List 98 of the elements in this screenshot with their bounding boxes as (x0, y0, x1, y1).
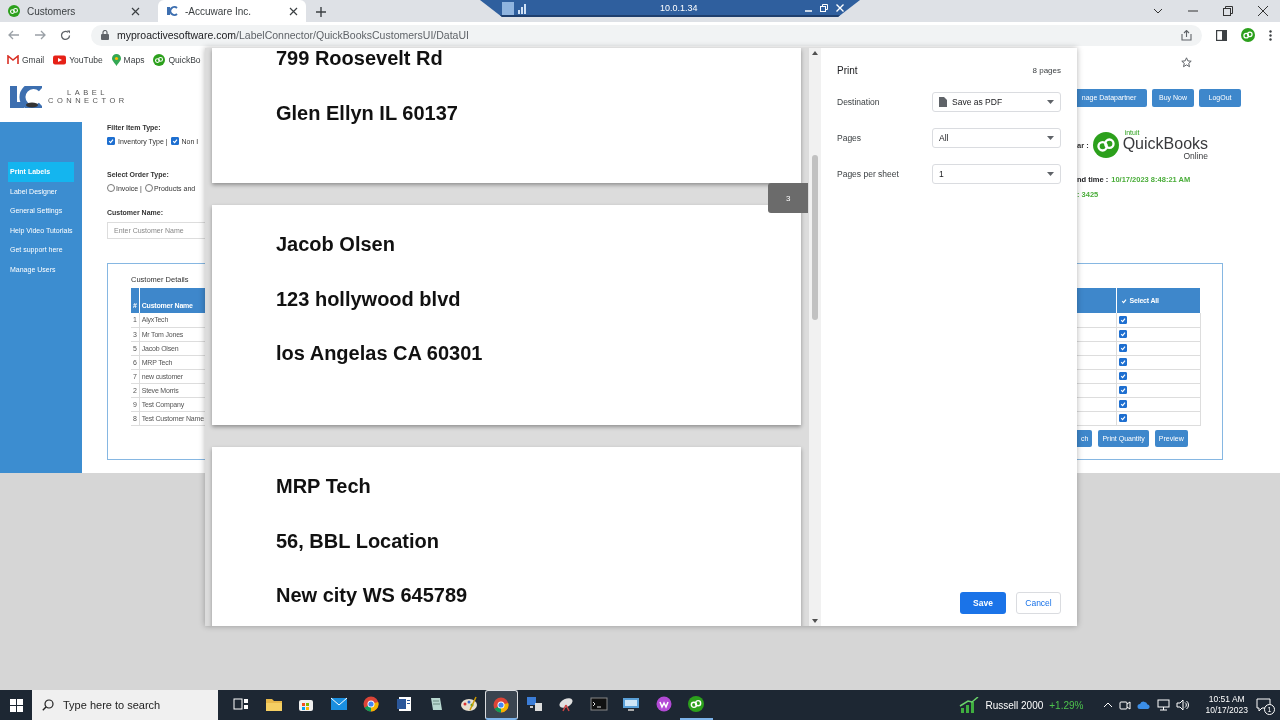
bookmark[interactable]: QuickBo (153, 54, 201, 66)
chevron-down-icon[interactable] (1153, 8, 1163, 14)
network-icon[interactable] (1157, 699, 1171, 711)
checkbox[interactable] (1118, 358, 1127, 366)
play-icon (53, 55, 67, 65)
logo-icon (1092, 132, 1119, 158)
setting-dropdown[interactable]: 1 (932, 164, 1061, 184)
tab-icon (166, 6, 178, 16)
notepad-icon (428, 696, 445, 712)
checkbox[interactable] (1118, 344, 1127, 352)
brand-text: Online (1183, 152, 1209, 161)
checkbox[interactable] (107, 137, 115, 145)
checkbox[interactable] (1118, 400, 1127, 408)
chart-icon (959, 697, 980, 713)
chevron-up-icon[interactable] (1103, 702, 1114, 708)
address-line: New city WS 645789 (276, 585, 469, 605)
logo-icon (10, 86, 42, 108)
meeting-icon[interactable] (1119, 699, 1132, 711)
browser-tab[interactable]: -Accuware Inc. (158, 0, 306, 22)
setting-label: Destination (837, 97, 881, 107)
plus-icon[interactable] (316, 7, 326, 17)
url-text: myproactivesoftware.com/LabelConnector/QuickBooksCustomersUI/DataUI (117, 29, 469, 41)
palette-icon (459, 696, 478, 712)
address-line: 123 hollywood blvd (276, 288, 462, 309)
browser-icon (493, 696, 510, 713)
dialog-title: Print (837, 64, 858, 76)
start-icon[interactable] (9, 698, 23, 712)
widget-name: Russell 2000 (985, 699, 1044, 711)
monitor-icon (622, 696, 641, 712)
address-line: MRP Tech (276, 476, 372, 496)
mail-icon (7, 55, 19, 65)
star-icon[interactable] (1181, 56, 1192, 68)
document-icon (939, 97, 947, 107)
caret-icon (1047, 136, 1054, 140)
address-line: 799 Roosevelt Rd (276, 48, 444, 68)
setting-dropdown[interactable]: Save as PDF (932, 92, 1061, 112)
checkbox[interactable] (1118, 386, 1127, 394)
checkbox[interactable] (170, 137, 179, 145)
checkbox[interactable] (1118, 315, 1127, 324)
app-icon (688, 696, 705, 712)
computer-icon (524, 696, 543, 712)
menu-icon[interactable] (1269, 29, 1272, 41)
document-icon (395, 696, 412, 712)
close-icon[interactable] (1258, 6, 1268, 16)
scroll-down-icon[interactable] (812, 619, 819, 623)
side-panel-icon[interactable] (1216, 29, 1227, 41)
address-line: Glen Ellyn IL 60137 (276, 102, 459, 123)
search-icon (42, 699, 54, 711)
bookmark[interactable]: Maps (111, 54, 145, 66)
share-icon[interactable] (1181, 29, 1192, 41)
scroll-up-icon[interactable] (812, 51, 819, 55)
bookmark[interactable]: Gmail (7, 55, 45, 65)
taskbar-button[interactable] (485, 690, 518, 720)
reload-icon[interactable] (60, 29, 71, 41)
browser-tab[interactable]: Customers (0, 0, 148, 22)
close-icon[interactable] (131, 6, 140, 16)
page-number-tooltip: 3 (768, 183, 809, 213)
pin-icon (111, 54, 121, 66)
widget-change: +1.29% (1049, 699, 1084, 711)
restore-icon[interactable] (820, 4, 828, 12)
close-icon[interactable] (289, 6, 298, 16)
profile-icon (1241, 28, 1255, 42)
checkbox[interactable] (1118, 330, 1127, 338)
setting-dropdown[interactable]: All (932, 128, 1061, 148)
address-line: los Angelas CA 60301 (276, 343, 484, 363)
tab-icon (8, 5, 20, 17)
browser-icon (363, 696, 380, 712)
restore-icon[interactable] (1223, 6, 1233, 16)
checkbox[interactable] (1118, 414, 1127, 422)
clock[interactable]: 10:51 AM 10/17/2023 (1205, 694, 1248, 716)
terminal-icon (589, 697, 608, 711)
app-icon (153, 54, 166, 66)
caret-icon (1047, 100, 1054, 104)
check-icon[interactable] (1120, 297, 1127, 304)
cloud-icon[interactable] (1137, 700, 1152, 710)
page-count: 8 pages (1032, 65, 1061, 75)
setting-label: Pages per sheet (837, 169, 900, 179)
bookmark[interactable]: YouTube (53, 55, 103, 65)
back-icon[interactable] (8, 30, 20, 40)
mail-icon (329, 697, 348, 711)
taskbar-search[interactable]: Type here to search (32, 690, 218, 720)
setting-label: Pages (837, 133, 863, 143)
connection-icon (502, 2, 526, 15)
address-line: Jacob Olsen (276, 234, 396, 254)
scrollbar[interactable] (809, 48, 821, 626)
task-view-icon (233, 697, 250, 711)
caret-icon (1047, 172, 1054, 176)
address-line: 56, BBL Location (276, 530, 440, 551)
checkbox[interactable] (1118, 372, 1127, 380)
folder-icon (264, 696, 283, 712)
cancel-button[interactable]: Cancel (1016, 592, 1061, 614)
lock-icon (101, 30, 109, 40)
forward-icon[interactable] (34, 30, 46, 40)
save-button[interactable]: Save (960, 592, 1006, 614)
app-icon (655, 696, 672, 712)
brand-text: QuickBooks (1122, 136, 1209, 153)
remote-session-title: 10.0.1.34 (660, 3, 698, 13)
speaker-icon[interactable] (1176, 699, 1190, 711)
